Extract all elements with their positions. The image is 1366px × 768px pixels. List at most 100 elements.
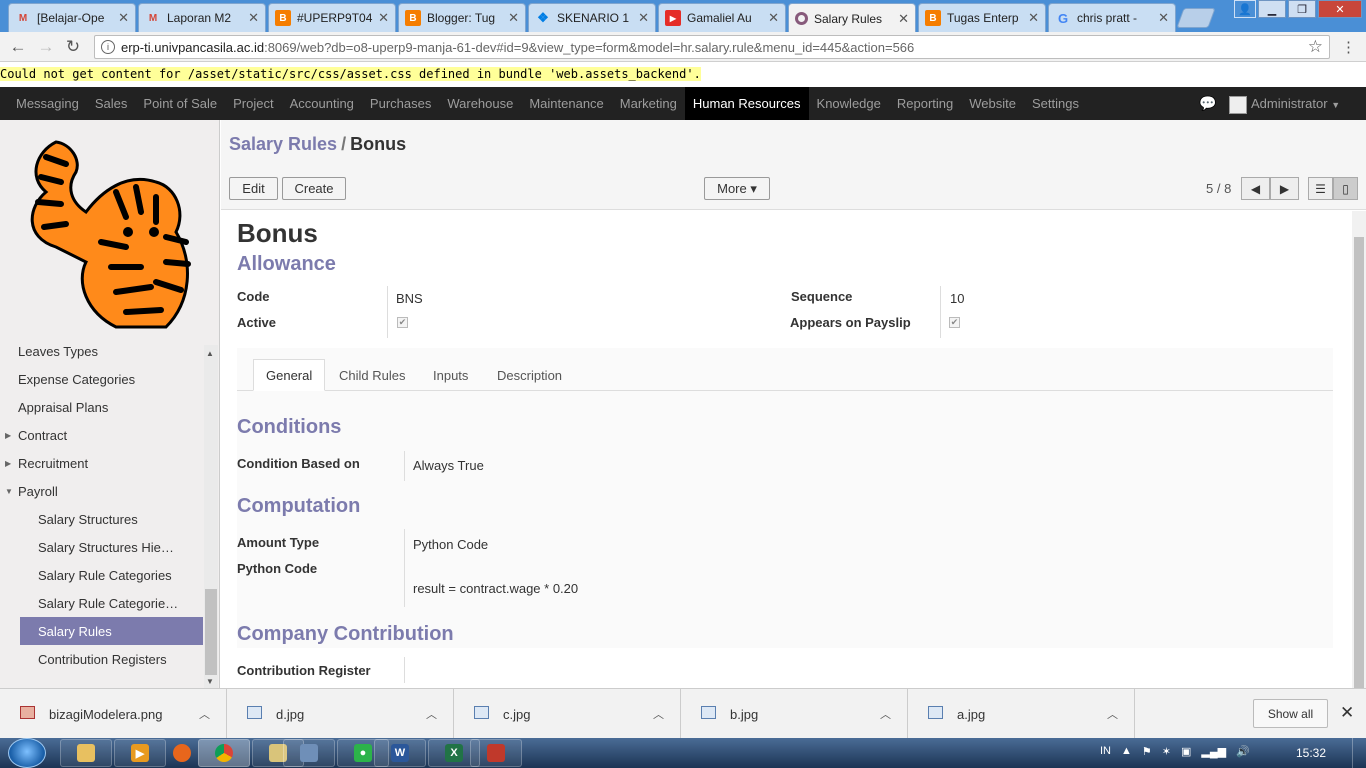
sidebar-item-salary-structures[interactable]: Salary Structures (0, 505, 204, 533)
menu-settings[interactable]: Settings (1032, 87, 1079, 120)
tab-child-rules[interactable]: Child Rules (327, 359, 417, 391)
bookmark-star-icon[interactable]: ☆ (1308, 37, 1323, 57)
taskbar-chrome[interactable] (198, 739, 250, 767)
language-indicator[interactable]: IN (1100, 745, 1111, 758)
reload-icon[interactable]: ↻ (63, 37, 83, 57)
browser-tab[interactable]: G chris pratt - ✕ (1048, 3, 1176, 32)
scrollbar-thumb[interactable] (1354, 237, 1364, 688)
menu-website[interactable]: Website (969, 87, 1016, 120)
chevron-up-icon[interactable]: ︿ (426, 706, 437, 722)
tab-inputs[interactable]: Inputs (421, 359, 480, 391)
menu-sales[interactable]: Sales (95, 87, 128, 120)
download-item[interactable]: bizagiModelera.png ︿ (0, 689, 227, 739)
download-item[interactable]: d.jpg ︿ (227, 689, 454, 739)
back-arrow-icon[interactable]: ← (8, 37, 28, 57)
sidebar-item-appraisal-plans[interactable]: Appraisal Plans (0, 393, 204, 421)
window-close-button[interactable]: ✕ (1318, 0, 1362, 18)
chevron-up-icon[interactable]: ︿ (880, 706, 891, 722)
close-icon[interactable]: ✕ (1340, 703, 1354, 723)
menu-project[interactable]: Project (233, 87, 273, 120)
sidebar-item-leaves-types[interactable]: Leaves Types (0, 337, 204, 365)
sidebar-item-expense-categories[interactable]: Expense Categories (0, 365, 204, 393)
browser-tab[interactable]: M [Belajar-Ope ✕ (8, 3, 136, 32)
close-icon[interactable]: ✕ (1028, 10, 1039, 26)
menu-reporting[interactable]: Reporting (897, 87, 953, 120)
minimize-button[interactable]: ▁ (1258, 0, 1286, 18)
sidebar-item-recruitment[interactable]: ▶ Recruitment (0, 449, 204, 477)
sidebar-item-contract[interactable]: ▶ Contract (0, 421, 204, 449)
download-item[interactable]: b.jpg ︿ (681, 689, 908, 739)
browser-tab-active[interactable]: Salary Rules ✕ (788, 3, 916, 33)
chevron-up-icon[interactable]: ︿ (653, 706, 664, 722)
browser-tab[interactable]: B Tugas Enterp ✕ (918, 3, 1046, 32)
start-button[interactable] (8, 738, 46, 768)
menu-marketing[interactable]: Marketing (620, 87, 677, 120)
show-all-downloads-button[interactable]: Show all (1253, 699, 1328, 728)
menu-point-of-sale[interactable]: Point of Sale (143, 87, 217, 120)
sidebar-item-salary-rules[interactable]: Salary Rules (20, 617, 203, 645)
volume-icon[interactable]: 🔊 (1236, 745, 1250, 758)
close-icon[interactable]: ✕ (898, 11, 909, 27)
user-profile-icon[interactable]: 👤 (1234, 0, 1256, 18)
taskbar-paint[interactable] (470, 739, 522, 767)
previous-record-icon[interactable]: ◀ (1241, 177, 1270, 200)
sidebar-item-salary-structures-hierarchy[interactable]: Salary Structures Hie… (0, 533, 204, 561)
avatar[interactable] (1229, 96, 1247, 114)
scroll-up-icon[interactable]: ▲ (206, 349, 214, 358)
sidebar-item-salary-rule-categories[interactable]: Salary Rule Categories (0, 561, 204, 589)
show-desktop-button[interactable] (1352, 738, 1366, 768)
chevron-up-icon[interactable]: ︿ (199, 706, 210, 722)
info-icon[interactable]: i (101, 40, 115, 54)
sidebar-scrollbar[interactable]: ▲ ▼ (204, 345, 218, 688)
close-icon[interactable]: ✕ (508, 10, 519, 26)
close-icon[interactable]: ✕ (1158, 10, 1169, 26)
chevron-up-icon[interactable]: ︿ (1107, 706, 1118, 722)
create-button[interactable]: Create (282, 177, 346, 200)
tab-general[interactable]: General (253, 359, 326, 391)
address-bar[interactable]: i erp-ti.univpancasila.ac.id:8069/web?db… (94, 35, 1330, 59)
breadcrumb-parent-link[interactable]: Salary Rules (229, 134, 337, 154)
edit-button[interactable]: Edit (229, 177, 278, 200)
form-scrollbar[interactable] (1352, 211, 1366, 688)
close-icon[interactable]: ✕ (248, 10, 259, 26)
flag-icon[interactable]: ⚑ (1142, 745, 1152, 758)
close-icon[interactable]: ✕ (118, 10, 129, 26)
download-item[interactable]: c.jpg ︿ (454, 689, 681, 739)
tab-description[interactable]: Description (485, 359, 574, 391)
record-category[interactable]: Allowance (237, 253, 336, 276)
device-icon[interactable]: ▣ (1181, 745, 1191, 758)
close-icon[interactable]: ✕ (378, 10, 389, 26)
menu-warehouse[interactable]: Warehouse (447, 87, 513, 120)
new-tab-button[interactable] (1176, 8, 1216, 28)
taskbar-media[interactable]: ▶ (114, 739, 166, 767)
maximize-button[interactable]: ❐ (1288, 0, 1316, 18)
scroll-down-icon[interactable]: ▼ (206, 677, 214, 686)
user-menu[interactable]: Administrator ▼ (1251, 96, 1340, 111)
taskbar-app[interactable] (283, 739, 335, 767)
forward-arrow-icon[interactable]: → (36, 37, 56, 57)
taskbar-explorer[interactable] (60, 739, 112, 767)
download-item[interactable]: a.jpg ︿ (908, 689, 1135, 739)
browser-tab[interactable]: ▶ Gamaliel Au ✕ (658, 3, 786, 32)
browser-tab[interactable]: M Laporan M2 ✕ (138, 3, 266, 32)
network-icon[interactable]: ▂▄▆ (1201, 745, 1226, 758)
chat-icon[interactable]: 💬 (1199, 95, 1216, 112)
browser-menu-icon[interactable]: ⋮ (1341, 38, 1356, 56)
close-icon[interactable]: ✕ (768, 10, 779, 26)
clock[interactable]: 15:32 (1296, 746, 1326, 760)
browser-tab[interactable]: B #UPERP9T04 ✕ (268, 3, 396, 32)
form-view-icon[interactable]: ▯ (1333, 177, 1358, 200)
sidebar-item-payroll[interactable]: ▼ Payroll (0, 477, 204, 505)
sidebar-item-contribution-registers[interactable]: Contribution Registers (0, 645, 204, 673)
menu-accounting[interactable]: Accounting (290, 87, 354, 120)
browser-tab[interactable]: ❖ SKENARIO 1 ✕ (528, 3, 656, 32)
sidebar-item-salary-rule-categories-hierarchy[interactable]: Salary Rule Categorie… (0, 589, 204, 617)
list-view-icon[interactable]: ☰ (1308, 177, 1333, 200)
chevron-up-icon[interactable]: ▲ (1121, 745, 1132, 758)
close-icon[interactable]: ✕ (638, 10, 649, 26)
menu-knowledge[interactable]: Knowledge (817, 87, 881, 120)
taskbar-word[interactable]: W (374, 739, 426, 767)
menu-maintenance[interactable]: Maintenance (529, 87, 603, 120)
next-record-icon[interactable]: ▶ (1270, 177, 1299, 200)
taskbar-firefox[interactable] (168, 739, 196, 767)
